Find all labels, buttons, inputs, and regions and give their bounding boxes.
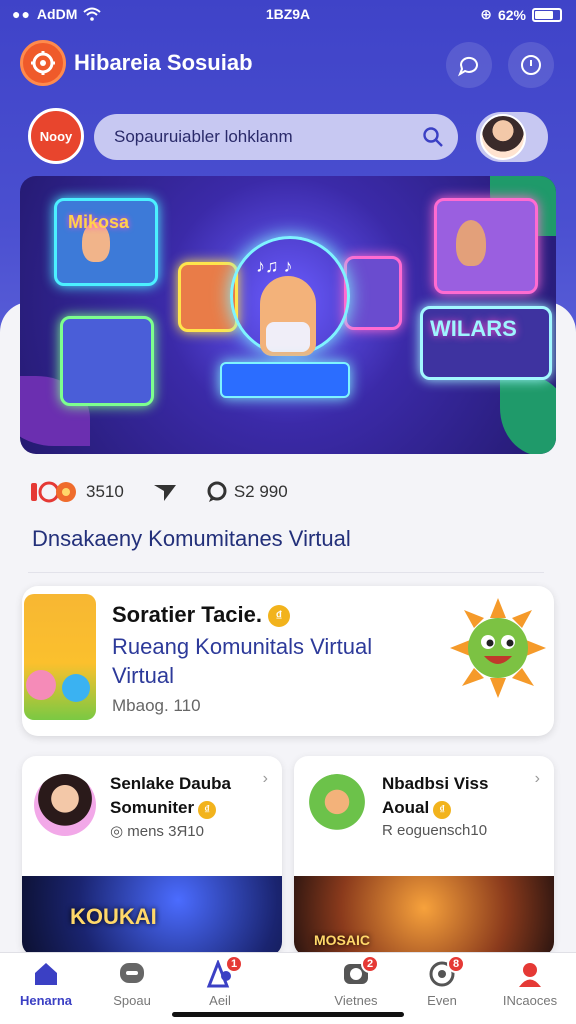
community-card[interactable]: Nbadbsi Viss Aoual ₫ R eoguensch10 › MOSA… (294, 756, 554, 956)
featured-title: Soratier Tacie. ₫ (112, 602, 290, 628)
hero-tag-right: WILARS (430, 316, 517, 341)
featured-title-text: Soratier Tacie. (112, 602, 262, 627)
card-title-text: Aoual (382, 798, 430, 817)
card-meta: ◎ mens 3Я10 (110, 823, 204, 840)
card-meta: R eoguensch10 (382, 822, 488, 839)
stats-row: 3510 S2 990 (30, 478, 316, 506)
leaf-decoration (500, 376, 556, 454)
verified-badge-icon: ₫ (433, 801, 452, 819)
tab-home[interactable]: Henarna (6, 959, 86, 1015)
now-button[interactable]: Nooy (28, 108, 84, 164)
likes-stat[interactable]: 3510 (30, 480, 124, 504)
divider (28, 572, 544, 573)
tab-people[interactable]: 1 Aeil (180, 955, 260, 1015)
card-title-line: Aoual ₫ (382, 796, 488, 820)
avatar (306, 774, 368, 836)
hero-tag-left: Mikosa (68, 212, 130, 232)
notification-badge: 1 (225, 955, 243, 973)
video-tile (434, 198, 538, 294)
card-title: Nbadbsi Viss Aoual ₫ (382, 772, 488, 820)
profile-switcher[interactable] (476, 112, 548, 162)
messages-button[interactable] (446, 42, 492, 88)
featured-community-card[interactable]: Soratier Tacie. ₫ Rueang Komunitals Virtu… (22, 586, 554, 736)
likes-count: 3510 (86, 482, 124, 501)
avatar (480, 114, 526, 160)
share-icon (153, 485, 176, 501)
clock-icon (521, 55, 541, 75)
tab-label: Even (427, 993, 457, 1008)
notification-badge: 2 (361, 955, 379, 973)
featured-subtitle: Rueang Komunitals Virtual Virtual (112, 634, 373, 688)
mascot-sun-icon (450, 598, 546, 698)
event-icon: 8 (427, 955, 465, 989)
tab-label: INcaoces (502, 993, 558, 1008)
video-tile (344, 256, 402, 330)
video-tile (60, 316, 154, 406)
tab-label: Spoau (113, 993, 151, 1008)
notification-badge: 8 (447, 955, 465, 973)
chat-icon (117, 959, 147, 989)
avatar (34, 774, 96, 836)
home-indicator (172, 1012, 404, 1017)
history-button[interactable] (508, 42, 554, 88)
search-input[interactable]: Sopauruiabler lohklanm (94, 114, 458, 160)
reactions-icon (31, 481, 76, 503)
tab-social[interactable]: Spoau (92, 959, 172, 1015)
music-notes: ♪♫ ♪ (256, 256, 293, 276)
tab-label: Henarna (19, 993, 73, 1008)
chevron-right-icon[interactable]: › (535, 770, 540, 788)
comments-count: S2 990 (233, 482, 288, 501)
stage-platform (220, 362, 350, 398)
tab-profile[interactable]: INcaoces (490, 959, 570, 1015)
tab-events[interactable]: 8 Even (402, 955, 482, 1015)
sync-icon: ⊕ (480, 6, 492, 22)
share-stat[interactable] (152, 481, 178, 503)
verified-badge-icon: ₫ (268, 605, 290, 628)
battery-percent: 62% (497, 6, 526, 23)
card-title-text: Somuniter (110, 798, 195, 817)
search-icon[interactable] (422, 126, 444, 148)
card-title-line: Senlake Dauba (110, 774, 231, 793)
character-figure (260, 276, 316, 356)
banner-title: MOSAIC (314, 932, 370, 948)
bird-character (62, 674, 90, 702)
community-card[interactable]: Senlake Dauba Somuniter ₫ ◎ mens 3Я10 › K… (22, 756, 282, 956)
app-header: Hibareia Sosuiab (0, 36, 576, 92)
card-title-line: Somuniter ₫ (110, 796, 231, 820)
card-title-line: Nbadbsi Viss (382, 774, 489, 793)
tab-label: Aeil (209, 993, 231, 1008)
chevron-right-icon[interactable]: › (263, 770, 268, 788)
app-title: Hibareia Sosuiab (74, 50, 253, 75)
featured-meta: Mbaog. 110 (112, 696, 201, 715)
card-title: Senlake Dauba Somuniter ₫ (110, 772, 231, 820)
logo-icon (31, 51, 55, 75)
video-tile (178, 262, 238, 332)
pig-character (26, 670, 56, 700)
battery-icon (532, 7, 562, 22)
video-icon: 2 (341, 955, 379, 989)
verified-badge-icon: ₫ (198, 801, 217, 819)
tab-videos[interactable]: 2 Vietnes (316, 955, 396, 1015)
comment-icon (207, 481, 227, 502)
community-thumbnail (24, 594, 96, 720)
hero-banner[interactable]: Mikosa WILARS ♪♫ ♪ (20, 176, 556, 454)
person-figure (456, 220, 486, 266)
comments-stat[interactable]: S2 990 (206, 481, 288, 503)
tab-label: Vietnes (334, 993, 378, 1008)
section-heading: Dnsakaeny Komumitanes Virtual (32, 526, 351, 551)
banner-title: KOUKAI (70, 904, 157, 929)
people-icon: 1 (205, 955, 243, 989)
profile-icon (515, 959, 545, 989)
home-icon (31, 959, 61, 989)
status-bar: ●● AdDM 1BZ9A ⊕ 62% (0, 0, 576, 28)
search-placeholder: Sopauruiabler lohklanm (114, 127, 293, 146)
chat-bubble-icon (457, 56, 478, 77)
app-logo[interactable] (20, 40, 66, 86)
